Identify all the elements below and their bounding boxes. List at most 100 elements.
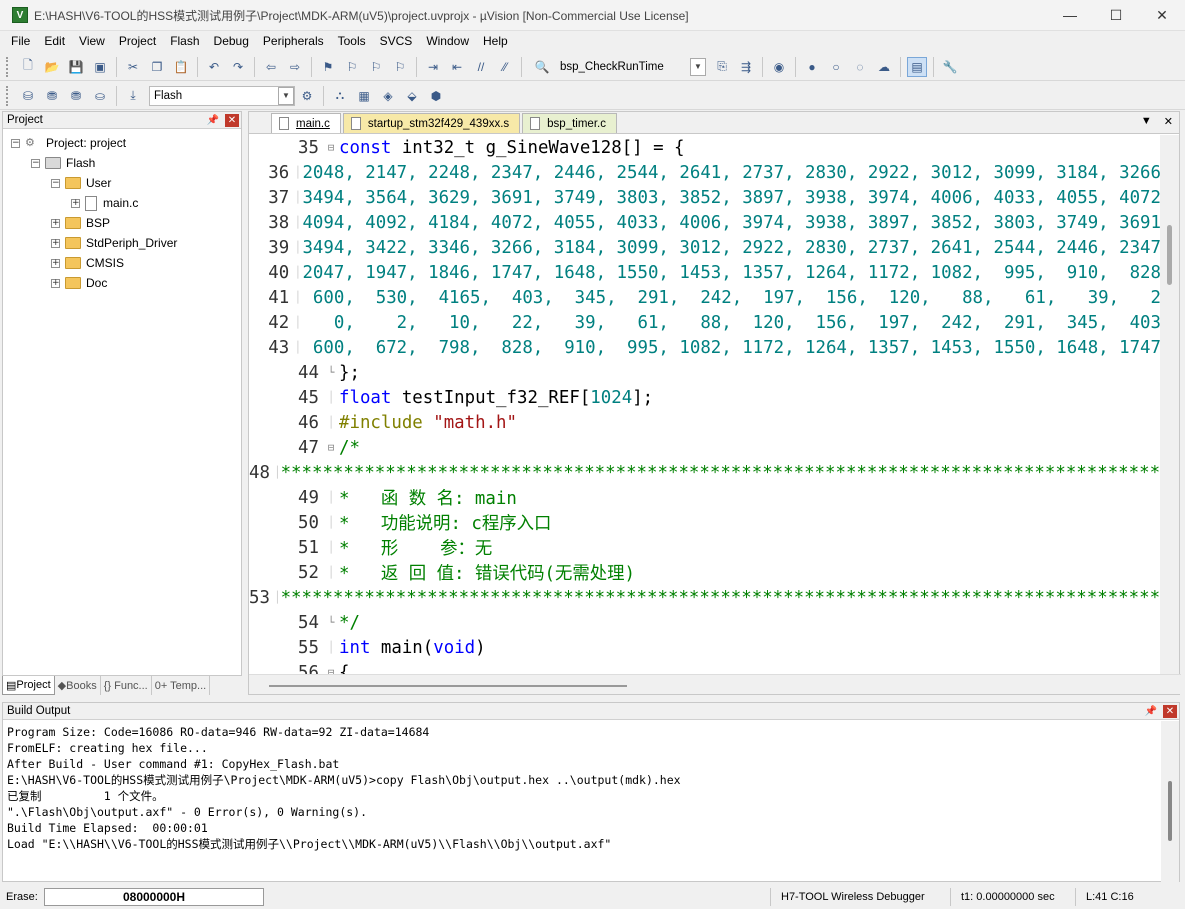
- navigate-forward-icon[interactable]: ⇨: [285, 57, 305, 77]
- code-line[interactable]: 43 │ 600, 672, 798, 828, 910, 995, 1082, …: [249, 335, 1161, 360]
- code-line[interactable]: 44 └};: [249, 360, 1161, 385]
- code-line[interactable]: 36 │ 2048, 2147, 2248, 2347, 2446, 2544, 2…: [249, 160, 1161, 185]
- tab-functions[interactable]: {} Func...: [101, 676, 152, 695]
- editor-horizontal-scrollbar[interactable]: [249, 674, 1181, 694]
- menu-edit[interactable]: Edit: [37, 31, 72, 52]
- maximize-button[interactable]: ☐: [1093, 0, 1139, 31]
- code-line[interactable]: 52 │ * 返 回 值: 错误代码(无需处理): [249, 560, 1161, 585]
- scrollbar-thumb[interactable]: [269, 685, 627, 687]
- code-line[interactable]: 50 │ * 功能说明: c程序入口: [249, 510, 1161, 535]
- bookmark-prev-icon[interactable]: ⚐: [342, 57, 362, 77]
- find-in-files-icon[interactable]: 🔍: [532, 57, 552, 77]
- code-line[interactable]: 46 │ #include "math.h": [249, 410, 1161, 435]
- code-line[interactable]: 49 │ * 函 数 名: main: [249, 485, 1161, 510]
- expand-icon[interactable]: +: [51, 218, 60, 228]
- build-icon[interactable]: ⛃: [42, 86, 62, 106]
- tree-item-cmsis[interactable]: + CMSIS: [3, 253, 241, 273]
- code-line[interactable]: 40 │ 2047, 1947, 1846, 1747, 1648, 1550, 1…: [249, 260, 1161, 285]
- target-options-icon[interactable]: ⚙: [297, 86, 317, 106]
- chevron-down-icon[interactable]: ▼: [690, 57, 706, 76]
- tab-list-dropdown-icon[interactable]: ▼: [1141, 115, 1152, 128]
- copy-icon[interactable]: ❐: [147, 57, 167, 77]
- find-icon[interactable]: ⎘: [712, 57, 732, 77]
- fold-marker-icon[interactable]: ⊟: [323, 141, 339, 154]
- tree-item-bsp[interactable]: + BSP: [3, 213, 241, 233]
- editor-vertical-scrollbar[interactable]: [1160, 135, 1179, 675]
- code-line[interactable]: 38 │ 4094, 4092, 4184, 4072, 4055, 4033, 4…: [249, 210, 1161, 235]
- download-icon[interactable]: ⤓: [123, 86, 143, 106]
- close-icon[interactable]: ✕: [225, 113, 239, 127]
- tree-item-project-project[interactable]: − ⚙ Project: project: [3, 133, 241, 153]
- menu-project[interactable]: Project: [112, 31, 163, 52]
- code-line[interactable]: 47 ⊟/*: [249, 435, 1161, 460]
- manage-project-items-icon[interactable]: ▦: [354, 86, 374, 106]
- menu-tools[interactable]: Tools: [331, 31, 373, 52]
- tab-main-c[interactable]: main.c: [271, 113, 341, 133]
- close-tab-icon[interactable]: ✕: [1164, 115, 1173, 128]
- manage-components-icon[interactable]: ⛬: [330, 86, 350, 106]
- open-file-icon[interactable]: 📂: [42, 57, 62, 77]
- expand-icon[interactable]: +: [51, 278, 60, 288]
- minimize-button[interactable]: —: [1047, 0, 1093, 31]
- code-line[interactable]: 53 │ *************************************…: [249, 585, 1161, 610]
- breakpoint-disable-icon[interactable]: ◌: [850, 57, 870, 77]
- menu-peripherals[interactable]: Peripherals: [256, 31, 331, 52]
- uncomment-icon[interactable]: ⁄⁄: [495, 57, 515, 77]
- code-line[interactable]: 39 │ 3494, 3422, 3346, 3266, 3184, 3099, 3…: [249, 235, 1161, 260]
- tree-item-main-c[interactable]: + main.c: [3, 193, 241, 213]
- breakpoint-insert-icon[interactable]: ●: [802, 57, 822, 77]
- run-time-environment-icon[interactable]: ⬢: [426, 86, 446, 106]
- tab-templates[interactable]: 0+ Temp...: [152, 676, 211, 695]
- bookmark-clear-icon[interactable]: ⚐: [390, 57, 410, 77]
- indent-icon[interactable]: ⇥: [423, 57, 443, 77]
- bookmark-toggle-icon[interactable]: ⚑: [318, 57, 338, 77]
- breakpoint-kill-icon[interactable]: ☁: [874, 57, 894, 77]
- window-layout-icon[interactable]: ▤: [907, 56, 927, 77]
- code-line[interactable]: 35 ⊟ const int32_t g_SineWave128[] = {: [249, 135, 1161, 160]
- find-combo[interactable]: 🔍 bsp_CheckRunTime ▼: [530, 57, 706, 77]
- chevron-down-icon[interactable]: ▼: [278, 86, 294, 105]
- code-line[interactable]: 54 └ */: [249, 610, 1161, 635]
- code-line[interactable]: 55 │ int main(void): [249, 635, 1161, 660]
- save-icon[interactable]: 💾: [66, 57, 86, 77]
- build-output-text[interactable]: Program Size: Code=16086 RO-data=946 RW-…: [3, 720, 1179, 852]
- collapse-icon[interactable]: −: [11, 138, 20, 148]
- scrollbar-thumb[interactable]: [1168, 781, 1172, 841]
- unindent-icon[interactable]: ⇤: [447, 57, 467, 77]
- incremental-find-icon[interactable]: ⇶: [736, 57, 756, 77]
- target-select[interactable]: Flash ▼: [149, 85, 295, 106]
- new-file-icon[interactable]: 🗋: [18, 57, 38, 77]
- debug-start-icon[interactable]: ◉: [769, 57, 789, 77]
- menu-window[interactable]: Window: [419, 31, 476, 52]
- configure-icon[interactable]: 🔧: [940, 57, 960, 77]
- fold-marker-icon[interactable]: ⊟: [323, 441, 339, 454]
- menu-flash[interactable]: Flash: [163, 31, 206, 52]
- redo-icon[interactable]: ↷: [228, 57, 248, 77]
- bookmark-next-icon[interactable]: ⚐: [366, 57, 386, 77]
- menu-file[interactable]: File: [4, 31, 37, 52]
- pack-installer-icon[interactable]: ⬙: [402, 86, 422, 106]
- tab-bsp-timer-c[interactable]: bsp_timer.c: [522, 113, 617, 133]
- tab-startup-s[interactable]: startup_stm32f429_439xx.s: [342, 113, 521, 133]
- tree-item-stdperiph-driver[interactable]: + StdPeriph_Driver: [3, 233, 241, 253]
- code-line[interactable]: 56 ⊟{: [249, 660, 1161, 676]
- tree-item-flash[interactable]: − Flash: [3, 153, 241, 173]
- toolbar-grip[interactable]: [6, 85, 10, 106]
- collapse-icon[interactable]: −: [51, 178, 60, 188]
- code-line[interactable]: 48 │ *************************************…: [249, 460, 1161, 485]
- expand-icon[interactable]: +: [51, 258, 60, 268]
- menu-debug[interactable]: Debug: [207, 31, 256, 52]
- rebuild-icon[interactable]: ⛃: [66, 86, 86, 106]
- save-all-icon[interactable]: ▣: [90, 57, 110, 77]
- tree-item-user[interactable]: − User: [3, 173, 241, 193]
- code-editor[interactable]: 35 ⊟ const int32_t g_SineWave128[] = {36 │ 2…: [249, 135, 1161, 676]
- code-line[interactable]: 42 │ 0, 2, 10, 22, 39, 61, 88, 120, 156, …: [249, 310, 1161, 335]
- tab-project[interactable]: ▤ Project: [2, 676, 55, 695]
- comment-icon[interactable]: //: [471, 57, 491, 77]
- paste-icon[interactable]: 📋: [171, 57, 191, 77]
- cut-icon[interactable]: ✂: [123, 57, 143, 77]
- expand-icon[interactable]: +: [51, 238, 60, 248]
- close-icon[interactable]: ✕: [1163, 704, 1177, 718]
- build-output-scrollbar[interactable]: [1161, 721, 1179, 882]
- code-line[interactable]: 51 │ * 形 参：无: [249, 535, 1161, 560]
